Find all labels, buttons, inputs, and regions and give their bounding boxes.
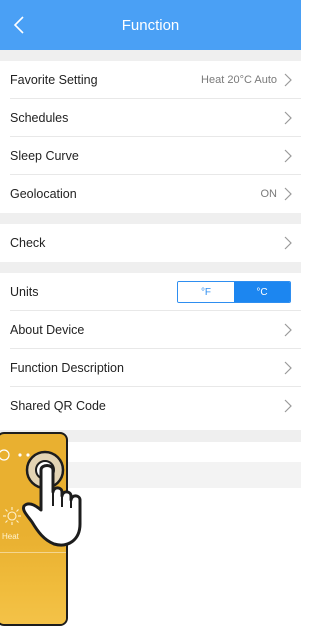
row-check[interactable]: Check [0,224,301,262]
pointing-hand-icon [22,450,82,547]
top-bar: Function [0,0,301,50]
chevron-right-icon [284,399,292,413]
page-title: Function [121,16,180,34]
section-divider [0,262,301,273]
row-label: Favorite Setting [10,73,98,87]
row-function-description[interactable]: Function Description [0,349,301,387]
row-units: Units °F °C [0,273,301,311]
chevron-right-icon [284,149,292,163]
row-label: Function Description [10,361,124,375]
unit-celsius-option[interactable]: °C [234,282,290,302]
unit-fahrenheit-option[interactable]: °F [178,282,234,302]
background-band [68,462,301,488]
row-geolocation[interactable]: Geolocation ON [0,175,301,213]
row-value: ON [260,188,278,200]
row-value: Heat 20°C Auto [201,74,277,86]
row-label: About Device [10,323,85,337]
section-divider [0,50,301,61]
row-favorite-setting[interactable]: Favorite Setting Heat 20°C Auto [0,61,301,99]
row-about-device[interactable]: About Device [0,311,301,349]
function-list: Favorite Setting Heat 20°C Auto Schedule… [0,50,301,425]
row-schedules[interactable]: Schedules [0,99,301,137]
chevron-right-icon [284,73,292,87]
row-label: Geolocation [10,187,77,201]
row-sleep-curve[interactable]: Sleep Curve [0,137,301,175]
row-label: Check [10,236,46,250]
chevron-right-icon [284,236,292,250]
row-label: Shared QR Code [10,399,106,413]
row-shared-qr-code[interactable]: Shared QR Code [0,387,301,425]
divider [0,552,66,553]
chevron-right-icon [284,323,292,337]
units-toggle: °F °C [177,281,291,303]
chevron-right-icon [284,361,292,375]
row-label: Units [10,285,39,299]
section-divider [0,213,301,224]
row-label: Schedules [10,111,69,125]
chevron-right-icon [284,111,292,125]
row-label: Sleep Curve [10,149,79,163]
chevron-right-icon [284,187,292,201]
